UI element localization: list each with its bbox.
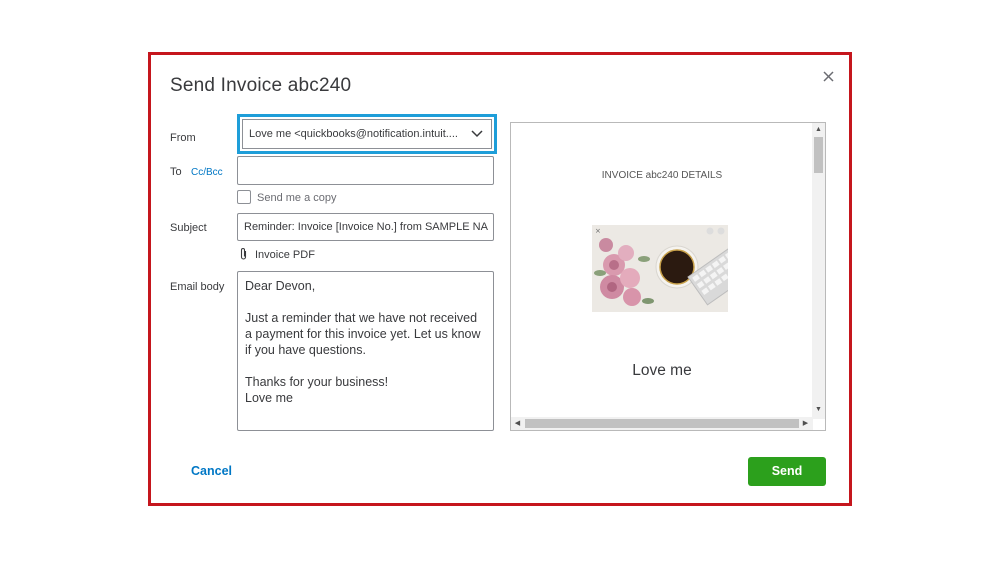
preview-horizontal-scrollbar[interactable]: ◀ ▶ <box>511 417 813 430</box>
svg-text:×: × <box>595 227 601 235</box>
paperclip-icon <box>239 247 248 261</box>
to-input[interactable] <box>237 156 494 185</box>
horizontal-scroll-thumb[interactable] <box>525 419 799 428</box>
company-logo-image: × <box>592 225 728 312</box>
preview-vertical-scrollbar[interactable]: ▲ ▼ <box>812 123 825 419</box>
subject-label: Subject <box>170 222 207 234</box>
preview-heading: INVOICE abc240 DETAILS <box>601 170 723 181</box>
email-body-textarea[interactable]: Dear Devon, Just a reminder that we have… <box>237 271 494 431</box>
scroll-left-icon[interactable]: ◀ <box>511 417 524 430</box>
send-copy-label: Send me a copy <box>257 192 337 204</box>
from-select[interactable]: Love me <quickbooks@notification.intuit.… <box>242 119 492 149</box>
scroll-down-icon[interactable]: ▼ <box>812 403 825 416</box>
scroll-up-icon[interactable]: ▲ <box>812 123 825 136</box>
from-label: From <box>170 132 196 144</box>
cc-bcc-link[interactable]: Cc/Bcc <box>191 167 223 178</box>
close-icon[interactable] <box>819 67 839 87</box>
invoice-preview: INVOICE abc240 DETAILS × Love me ▲ ▼ ◀ ▶ <box>510 122 826 431</box>
from-field-focus: Love me <quickbooks@notification.intuit.… <box>237 114 497 154</box>
vertical-scroll-thumb[interactable] <box>814 137 823 173</box>
email-body-label: Email body <box>170 281 225 293</box>
scroll-right-icon[interactable]: ▶ <box>799 417 812 430</box>
cancel-button[interactable]: Cancel <box>191 464 232 478</box>
chevron-down-icon <box>471 130 483 138</box>
from-value: Love me <quickbooks@notification.intuit.… <box>249 128 458 140</box>
send-button[interactable]: Send <box>748 457 826 486</box>
preview-company-name: Love me <box>632 362 692 379</box>
send-invoice-dialog: Send Invoice abc240 From Love me <quickb… <box>148 52 852 506</box>
send-copy-checkbox[interactable] <box>237 190 251 204</box>
to-label: To <box>170 166 182 178</box>
subject-input[interactable]: Reminder: Invoice [Invoice No.] from SAM… <box>237 213 494 241</box>
dialog-title: Send Invoice abc240 <box>170 75 352 96</box>
invoice-pdf-attachment[interactable]: Invoice PDF <box>255 249 315 261</box>
